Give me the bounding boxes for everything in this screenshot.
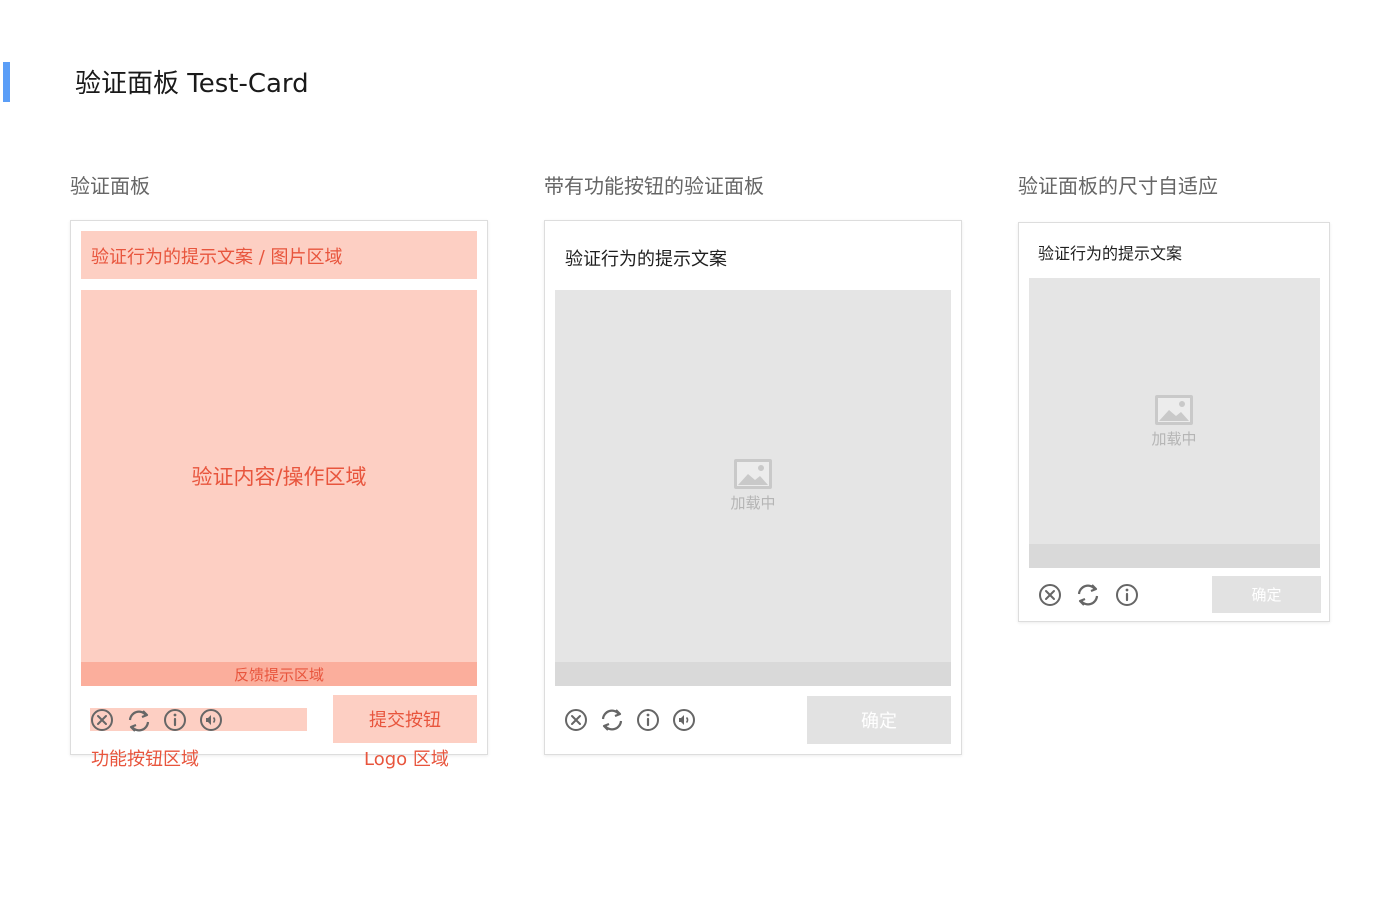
content-panel: 加载中: [555, 290, 951, 662]
info-icon[interactable]: [163, 708, 187, 732]
annotated-card: 验证行为的提示文案 / 图片区域 验证内容/操作区域 反馈提示区域 提交按钮: [70, 220, 488, 755]
function-buttons-caption: 功能按钮区域: [91, 749, 199, 770]
loading-indicator: 加载中: [1146, 394, 1202, 449]
image-placeholder-icon: [1155, 395, 1193, 425]
confirm-button[interactable]: 确定: [1212, 576, 1321, 613]
audio-icon[interactable]: [199, 708, 223, 732]
confirm-button[interactable]: 确定: [807, 696, 951, 744]
audio-icon[interactable]: [672, 708, 696, 732]
submit-zone[interactable]: 提交按钮: [333, 695, 477, 743]
close-circle-icon[interactable]: [90, 708, 114, 732]
feedback-strip: [555, 662, 951, 686]
title-accent-bar: [3, 62, 10, 102]
image-placeholder-icon: [734, 459, 772, 489]
prompt-zone-label: 验证行为的提示文案 / 图片区域: [91, 247, 343, 268]
info-icon[interactable]: [636, 708, 660, 732]
refresh-icon[interactable]: [599, 707, 625, 733]
loading-text: 加载中: [730, 494, 776, 512]
verify-card-with-buttons: 验证行为的提示文案 加载中 确定: [544, 220, 962, 755]
section-label-adaptive: 验证面板的尺寸自适应: [1018, 174, 1218, 198]
feedback-strip: [1029, 544, 1320, 568]
feedback-zone-label: 反馈提示区域: [233, 665, 324, 684]
close-circle-icon[interactable]: [1038, 583, 1062, 607]
content-panel: 加载中: [1029, 278, 1320, 544]
logo-caption: Logo 区域: [364, 749, 449, 770]
verify-card-adaptive: 验证行为的提示文案 加载中 确定: [1018, 222, 1330, 622]
feedback-zone: 反馈提示区域: [81, 662, 477, 686]
refresh-icon[interactable]: [126, 708, 152, 734]
section-label-with-buttons: 带有功能按钮的验证面板: [544, 174, 764, 198]
section-label-basic: 验证面板: [70, 174, 150, 198]
content-zone-label: 验证内容/操作区域: [191, 465, 367, 489]
info-icon[interactable]: [1115, 583, 1139, 607]
loading-indicator: 加载中: [725, 458, 781, 513]
prompt-zone: 验证行为的提示文案 / 图片区域: [81, 231, 477, 279]
prompt-text: 验证行为的提示文案: [1038, 244, 1183, 263]
prompt-text: 验证行为的提示文案: [565, 249, 727, 270]
page-title: 验证面板 Test-Card: [75, 69, 309, 99]
close-circle-icon[interactable]: [564, 708, 588, 732]
loading-text: 加载中: [1151, 430, 1197, 448]
content-zone: 验证内容/操作区域: [81, 290, 477, 662]
refresh-icon[interactable]: [1074, 582, 1102, 608]
